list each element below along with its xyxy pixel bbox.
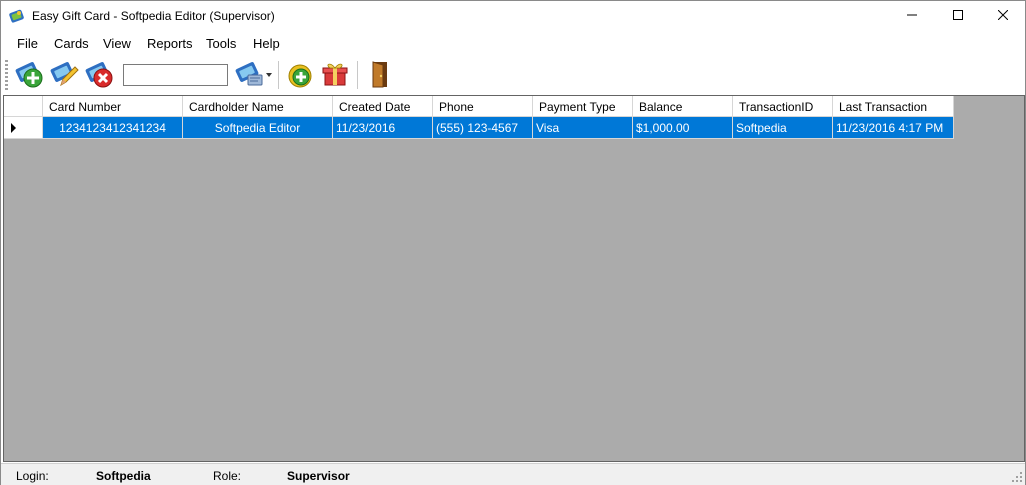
row-header-corner[interactable] — [4, 96, 43, 117]
exit-door-icon — [364, 59, 394, 92]
exit-button[interactable] — [362, 58, 396, 92]
menu-cards[interactable]: Cards — [54, 36, 89, 51]
menu-file[interactable]: File — [17, 36, 38, 51]
delete-card-button[interactable] — [82, 58, 116, 92]
menu-reports[interactable]: Reports — [147, 36, 193, 51]
title-bar[interactable]: Easy Gift Card - Softpedia Editor (Super… — [1, 1, 1025, 32]
column-header-last-transaction[interactable]: Last Transaction — [833, 96, 954, 117]
cards-grid[interactable]: Card Number Cardholder Name Created Date… — [3, 95, 1025, 462]
grid-header: Card Number Cardholder Name Created Date… — [4, 96, 954, 117]
menu-bar: File Cards View Reports Tools Help — [1, 32, 1025, 54]
status-bar: Login: Softpedia Role: Supervisor — [1, 463, 1025, 485]
cell-created-date[interactable]: 11/23/2016 — [333, 117, 433, 139]
menu-help[interactable]: Help — [253, 36, 280, 51]
toolbar-separator — [278, 61, 279, 89]
close-icon — [997, 9, 1009, 23]
column-header-balance[interactable]: Balance — [633, 96, 733, 117]
maximize-button[interactable] — [935, 1, 981, 31]
column-header-payment-type[interactable]: Payment Type — [533, 96, 633, 117]
table-row[interactable]: 1234123412341234 Softpedia Editor 11/23/… — [4, 117, 954, 139]
cell-phone[interactable]: (555) 123-4567 — [433, 117, 533, 139]
close-button[interactable] — [980, 1, 1026, 31]
gift-box-icon — [320, 59, 350, 92]
menu-tools[interactable]: Tools — [206, 36, 236, 51]
delete-card-icon — [84, 59, 114, 92]
add-funds-icon — [285, 59, 315, 92]
column-header-cardholder-name[interactable]: Cardholder Name — [183, 96, 333, 117]
add-funds-button[interactable] — [283, 58, 317, 92]
add-card-icon — [14, 59, 44, 92]
edit-card-icon — [49, 59, 79, 92]
role-label: Role: — [213, 469, 242, 483]
cell-cardholder-name[interactable]: Softpedia Editor — [183, 117, 333, 139]
login-value: Softpedia — [96, 469, 151, 483]
chevron-down-icon[interactable] — [266, 73, 272, 77]
menu-view[interactable]: View — [103, 36, 131, 51]
column-header-created-date[interactable]: Created Date — [333, 96, 433, 117]
maximize-icon — [953, 9, 963, 23]
gift-box-button[interactable] — [318, 58, 352, 92]
app-logo-icon — [9, 8, 25, 24]
login-label: Login: — [16, 469, 49, 483]
toolbar — [1, 56, 1025, 94]
window-title: Easy Gift Card - Softpedia Editor (Super… — [32, 9, 275, 23]
search-input[interactable] — [123, 64, 228, 86]
column-header-phone[interactable]: Phone — [433, 96, 533, 117]
cell-last-transaction[interactable]: 11/23/2016 4:17 PM — [833, 117, 954, 139]
cell-balance[interactable]: $1,000.00 — [633, 117, 733, 139]
minimize-button[interactable] — [889, 1, 935, 31]
current-row-arrow-icon — [11, 123, 16, 133]
card-options-dropdown[interactable] — [232, 58, 266, 92]
role-value: Supervisor — [287, 469, 350, 483]
column-header-card-number[interactable]: Card Number — [43, 96, 183, 117]
cell-card-number[interactable]: 1234123412341234 — [43, 117, 183, 139]
app-window: Easy Gift Card - Softpedia Editor (Super… — [0, 0, 1026, 485]
toolbar-separator — [357, 61, 358, 89]
card-options-icon — [234, 59, 264, 92]
minimize-icon — [907, 9, 917, 23]
add-card-button[interactable] — [12, 58, 46, 92]
column-header-transaction-id[interactable]: TransactionID — [733, 96, 833, 117]
resize-grip-icon[interactable] — [1011, 471, 1023, 483]
toolbar-grip[interactable] — [5, 60, 8, 90]
edit-card-button[interactable] — [47, 58, 81, 92]
row-selector[interactable] — [4, 117, 43, 139]
cell-transaction-id[interactable]: Softpedia — [733, 117, 833, 139]
cell-payment-type[interactable]: Visa — [533, 117, 633, 139]
